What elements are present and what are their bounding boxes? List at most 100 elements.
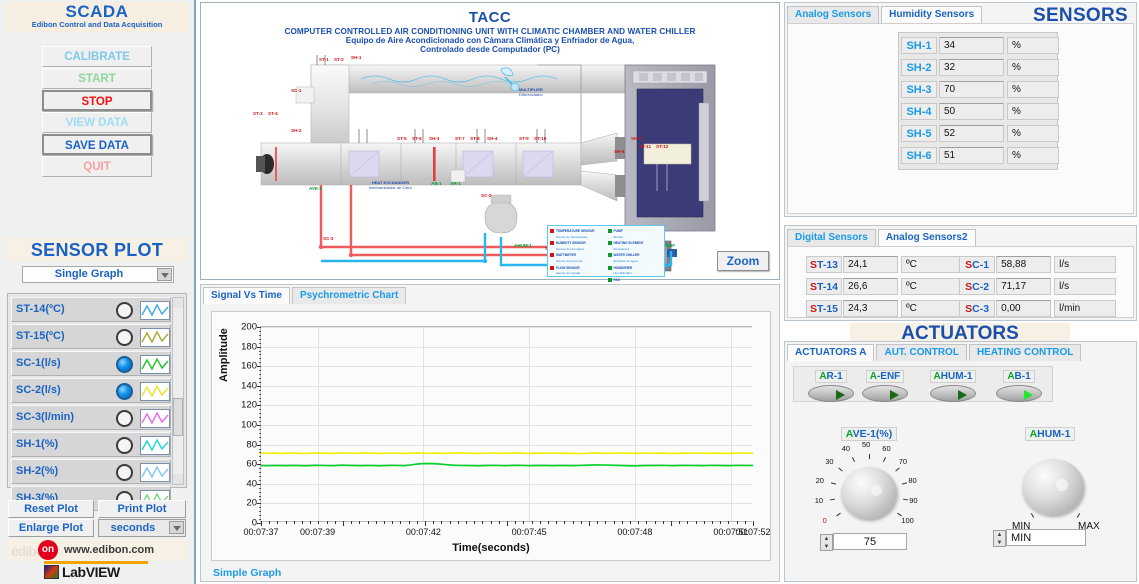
tab-psychrometric-chart[interactable]: Psychrometric Chart: [291, 287, 407, 304]
y-tick-label-40: 40: [246, 478, 257, 490]
humidity-sensor-value[interactable]: 51: [939, 147, 1004, 164]
scada-save-data-button[interactable]: SAVE DATA: [42, 134, 152, 155]
sensor-plot-led-toggle[interactable]: [116, 356, 133, 373]
humidity-sensor-value[interactable]: 32: [939, 59, 1004, 76]
sensor-plot-led-toggle[interactable]: [116, 464, 133, 481]
actuator-toggle-ahum-1[interactable]: AHUM-1: [924, 370, 982, 402]
graph-mode-select[interactable]: Single Graph: [22, 266, 174, 283]
scada-start-button[interactable]: START: [42, 68, 152, 89]
zoom-button[interactable]: Zoom: [717, 251, 769, 271]
actuator-toggle-switch[interactable]: [930, 385, 976, 402]
sensor-plot-color-thumbnail[interactable]: [140, 301, 170, 320]
sensor-plot-row[interactable]: ST-14(ºC): [11, 297, 171, 322]
time-unit-select[interactable]: seconds: [98, 519, 186, 537]
actuators-tab-row[interactable]: ACTUATORS A AUT. CONTROL HEATING CONTROL: [787, 344, 1083, 361]
sensor-plot-color-thumbnail[interactable]: [140, 436, 170, 455]
scada-stop-button[interactable]: STOP: [42, 90, 152, 111]
sensor-plot-color-thumbnail[interactable]: [140, 355, 170, 374]
sensor-plot-row[interactable]: SC-3(l/min): [11, 405, 171, 430]
signal-plot[interactable]: 0 20 40 60 80 100 120 140 160 180 200 00:07:37 00:0…: [241, 322, 770, 538]
sensor-plot-led-toggle[interactable]: [116, 329, 133, 346]
y-tick-label-180: 180: [241, 341, 257, 353]
analog2-sensor-value[interactable]: 24,3: [843, 300, 898, 317]
scada-calibrate-button[interactable]: CALIBRATE: [42, 46, 152, 67]
tab-digital-sensors[interactable]: Digital Sensors: [787, 229, 876, 246]
tab-humidity-sensors[interactable]: Humidity Sensors: [881, 6, 983, 23]
scada-quit-button[interactable]: QUIT: [42, 156, 152, 177]
humidity-sensor-value[interactable]: 52: [939, 125, 1004, 142]
diagram-tag-sc-3: SC-3: [323, 236, 334, 241]
reset-plot-button[interactable]: Reset Plot: [8, 500, 94, 518]
diagram-tag-sh-4: SH-4: [487, 136, 498, 141]
actuator-toggle-a-enf[interactable]: A-ENF: [856, 370, 914, 402]
analog2-sensor-name: ST-15: [806, 300, 842, 317]
scrollbar-thumb[interactable]: [173, 398, 183, 436]
tab-analog-sensors2[interactable]: Analog Sensors2: [877, 229, 976, 246]
ahum-1-value-input[interactable]: ▲ ▼ MIN: [993, 529, 1086, 547]
tab-aut-control[interactable]: AUT. CONTROL: [876, 344, 967, 361]
sensor-plot-color-thumbnail[interactable]: [140, 409, 170, 428]
tab-analog-sensors[interactable]: Analog Sensors: [787, 6, 880, 23]
ave-1-knob[interactable]: [841, 467, 897, 519]
analog2-tab-row[interactable]: Digital Sensors Analog Sensors2: [787, 229, 978, 246]
chevron-down-icon[interactable]: [169, 521, 184, 534]
actuator-toggle-switch[interactable]: [808, 385, 854, 402]
analog2-sensor-name: ST-14: [806, 278, 842, 295]
print-plot-button[interactable]: Print Plot: [98, 500, 186, 518]
sensors-tab-body: SH-1 34% SH-2 32% SH-3 70% SH-4 50% SH-5 52% SH-6 5…: [787, 23, 1134, 214]
sensor-plot-row[interactable]: SC-1(l/s): [11, 351, 171, 376]
chevron-down-icon[interactable]: [157, 268, 172, 281]
sensor-plot-row[interactable]: SH-2(%): [11, 459, 171, 484]
tab-heating-control[interactable]: HEATING CONTROL: [968, 344, 1082, 361]
analog2-sensor-value[interactable]: 0,00: [996, 300, 1052, 317]
ave-1-tick-50: 50: [862, 440, 871, 449]
ave-1-tick-20: 20: [815, 475, 824, 485]
analog2-sensor-value[interactable]: 58,88: [996, 256, 1052, 273]
graph-tab-row[interactable]: Signal Vs Time Psychrometric Chart: [203, 287, 408, 304]
actuator-toggle-switch[interactable]: [996, 385, 1042, 402]
scada-view-data-button[interactable]: VIEW DATA: [42, 112, 152, 133]
diagram-tag-sc-1: SC-1: [291, 88, 302, 93]
sensor-list-scrollbar[interactable]: [172, 297, 184, 485]
diagram-subtitle-es-1: Equipo de Aire Acondicionado con Cámara …: [345, 36, 635, 45]
actuator-toggle-ar-1[interactable]: AR-1: [802, 370, 860, 402]
tab-signal-vs-time[interactable]: Signal Vs Time: [203, 287, 290, 304]
tab-actuators-a[interactable]: ACTUATORS A: [787, 344, 875, 361]
sensor-plot-row[interactable]: SH-1(%): [11, 432, 171, 457]
sensors-tab-row[interactable]: Analog Sensors Humidity Sensors: [787, 6, 984, 23]
humidity-sensor-value[interactable]: 34: [939, 37, 1004, 54]
sensor-plot-list[interactable]: ST-14(ºC) ST-15(ºC) SC-1(l/s) SC-2(l/s) SC-3…: [7, 293, 187, 511]
humidity-sensor-unit: %: [1007, 103, 1059, 120]
analog2-sensor-unit: ºC: [901, 278, 963, 295]
sensor-plot-led-toggle[interactable]: [116, 302, 133, 319]
analog2-sensor-value[interactable]: 24,1: [843, 256, 898, 273]
analog2-sensor-value[interactable]: 26,6: [843, 278, 898, 295]
sensor-plot-row[interactable]: SC-2(l/s): [11, 378, 171, 403]
actuator-toggle-label: AHUM-1: [929, 370, 977, 383]
edibon-url: www.edibon.com: [64, 544, 155, 556]
sensor-plot-color-thumbnail[interactable]: [140, 328, 170, 347]
diagram-legend-item: WATTMETER Sensor de Potencia: [550, 252, 605, 263]
actuator-toggle-ab-1[interactable]: AB-1: [990, 370, 1048, 402]
scroll-down-icon[interactable]: [173, 474, 183, 484]
humidity-sensor-value[interactable]: 70: [939, 81, 1004, 98]
stepper-icon[interactable]: ▲ ▼: [820, 534, 833, 551]
ave-1-value-input[interactable]: ▲ ▼ 75: [820, 533, 907, 551]
y-tick-label-160: 160: [241, 360, 257, 372]
enlarge-plot-button[interactable]: Enlarge Plot: [8, 519, 94, 537]
sensor-plot-color-thumbnail[interactable]: [140, 382, 170, 401]
sensor-plot-led-toggle[interactable]: [116, 383, 133, 400]
diagram-tag-st-10: ST-10: [534, 136, 547, 141]
sensor-plot-led-toggle[interactable]: [116, 437, 133, 454]
scroll-up-icon[interactable]: [173, 298, 183, 308]
sensor-plot-led-toggle[interactable]: [116, 410, 133, 427]
ave-1-tickmark: [830, 482, 836, 486]
analog2-sensor-value[interactable]: 71,17: [996, 278, 1052, 295]
sensor-plot-color-thumbnail[interactable]: [140, 463, 170, 482]
ahum-1-knob[interactable]: [1022, 459, 1084, 515]
sensor-plot-row[interactable]: ST-15(ºC): [11, 324, 171, 349]
stepper-icon[interactable]: ▲ ▼: [993, 530, 1006, 547]
humidity-sensor-value[interactable]: 50: [939, 103, 1004, 120]
diagram-tag-sc-2: SC-2: [481, 193, 492, 198]
actuator-toggle-switch[interactable]: [862, 385, 908, 402]
